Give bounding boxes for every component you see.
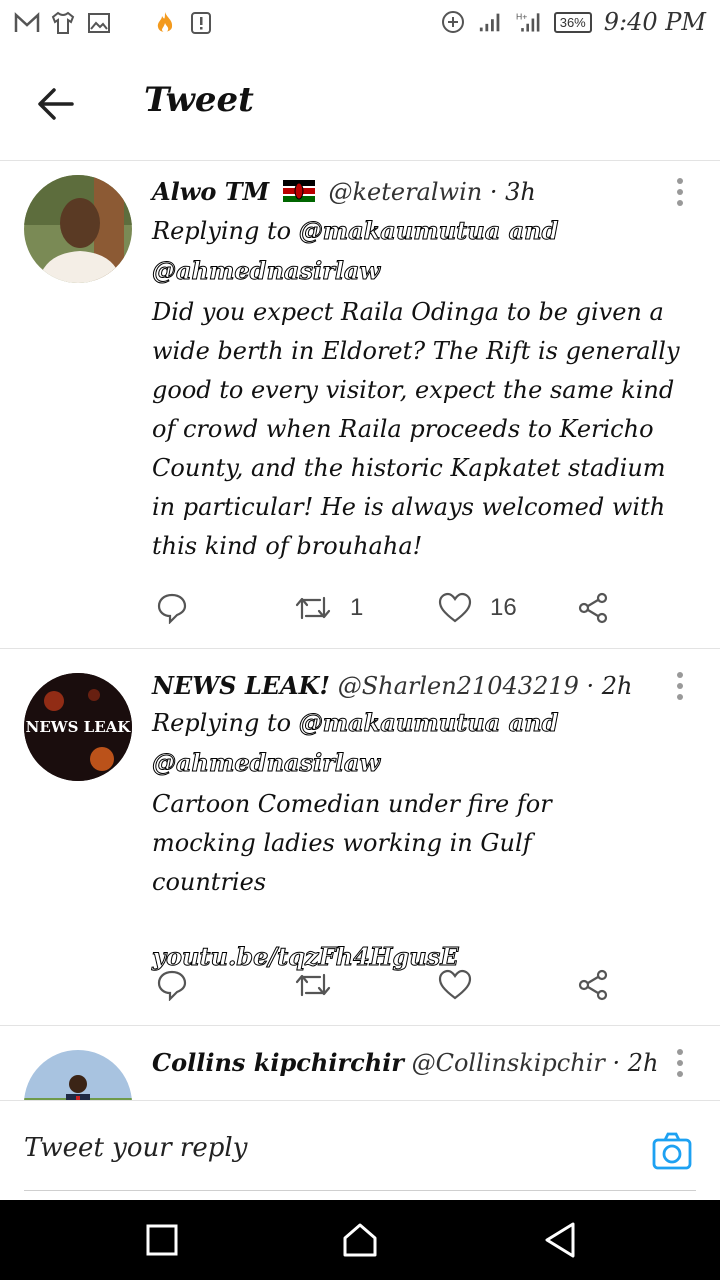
share-icon[interactable] bbox=[578, 965, 610, 1005]
signal-icon bbox=[478, 9, 504, 35]
tweet-time: · 3h bbox=[489, 178, 536, 206]
tweet-body: Cartoon Comedian under fire for mocking … bbox=[152, 790, 552, 896]
author-name[interactable]: NEWS LEAK! bbox=[152, 671, 330, 700]
reply-input[interactable]: Tweet your reply bbox=[24, 1133, 247, 1163]
home-button-icon[interactable] bbox=[340, 1220, 380, 1260]
tweet[interactable]: Collins kipchirchir @Collinskipchir · 2h bbox=[0, 1026, 720, 1100]
back-arrow-icon[interactable] bbox=[36, 84, 76, 124]
mention-link[interactable]: @makaumutua and bbox=[298, 708, 559, 738]
avatar-text: NEWS LEAK bbox=[26, 718, 132, 736]
avatar[interactable]: NEWS LEAK bbox=[24, 673, 132, 781]
reply-icon[interactable] bbox=[156, 965, 188, 1005]
replying-to: Replying to @makaumutua and @ahmednasirl… bbox=[151, 703, 692, 783]
heart-icon[interactable] bbox=[438, 965, 472, 1005]
author-name[interactable]: Collins kipchirchir bbox=[152, 1048, 404, 1077]
more-options-icon[interactable] bbox=[676, 1048, 684, 1078]
image-icon bbox=[86, 10, 112, 36]
retweet-button[interactable]: 1 bbox=[294, 588, 363, 628]
author-handle[interactable]: @keteralwin bbox=[328, 178, 482, 206]
share-icon[interactable] bbox=[578, 588, 610, 628]
like-count: 16 bbox=[490, 594, 517, 621]
avatar[interactable] bbox=[24, 175, 132, 283]
recents-button-icon[interactable] bbox=[142, 1220, 182, 1260]
back-button-icon[interactable] bbox=[540, 1220, 580, 1260]
replying-label: Replying to bbox=[152, 216, 292, 245]
fire-icon bbox=[152, 10, 178, 36]
tweet-time: · 2h bbox=[612, 1049, 659, 1077]
tweet[interactable]: NEWS LEAK NEWS LEAK! @Sharlen21043219 · … bbox=[0, 649, 720, 1026]
page-title: Tweet bbox=[144, 80, 254, 120]
status-bar: H+ 36% 9:40 PM bbox=[0, 0, 720, 50]
tweet-actions: 1 16 bbox=[152, 588, 632, 628]
mail-icon bbox=[14, 10, 40, 36]
alert-icon bbox=[188, 10, 214, 36]
tweet-header: Alwo TM @keteralwin · 3h bbox=[152, 175, 692, 211]
reply-composer[interactable]: Tweet your reply bbox=[0, 1100, 720, 1201]
mention-link[interactable]: @ahmednasirlaw bbox=[151, 748, 380, 778]
mention-link[interactable]: @makaumutua and bbox=[298, 215, 559, 245]
more-options-icon[interactable] bbox=[676, 671, 684, 701]
author-handle[interactable]: @Collinskipchir bbox=[412, 1049, 605, 1077]
tweet-time: · 2h bbox=[586, 672, 633, 700]
status-time: 9:40 PM bbox=[603, 8, 706, 36]
replying-label: Replying to bbox=[152, 709, 292, 737]
author-name[interactable]: Alwo TM bbox=[152, 177, 269, 206]
divider bbox=[24, 1190, 696, 1191]
reply-icon[interactable] bbox=[156, 588, 188, 628]
like-button[interactable]: 16 bbox=[438, 588, 517, 628]
tweet-actions bbox=[152, 965, 632, 1005]
camera-icon[interactable] bbox=[652, 1131, 692, 1171]
retweet-icon bbox=[295, 596, 331, 620]
svg-text:H+: H+ bbox=[516, 11, 527, 21]
more-options-icon[interactable] bbox=[676, 177, 684, 207]
kenya-flag-icon bbox=[282, 177, 315, 211]
signal-h-icon: H+ bbox=[516, 9, 542, 35]
system-nav-bar bbox=[0, 1200, 720, 1280]
retweet-count: 1 bbox=[350, 594, 364, 621]
tweet-header: NEWS LEAK! @Sharlen21043219 · 2h bbox=[152, 669, 692, 703]
tweet-body: Did you expect Raila Odinga to be given … bbox=[152, 297, 680, 560]
tweet[interactable]: Alwo TM @keteralwin · 3h Replying to @ma… bbox=[0, 161, 720, 649]
app-bar: Tweet bbox=[0, 50, 720, 161]
battery-icon: 36% bbox=[553, 11, 592, 33]
avatar[interactable] bbox=[24, 1050, 132, 1100]
tweet-header: Collins kipchirchir @Collinskipchir · 2h bbox=[152, 1046, 692, 1080]
retweet-icon[interactable] bbox=[294, 965, 332, 1005]
author-handle[interactable]: @Sharlen21043219 bbox=[338, 672, 579, 700]
mention-link[interactable]: @ahmednasirlaw bbox=[151, 255, 380, 285]
replying-to: Replying to @makaumutua and @ahmednasirl… bbox=[151, 211, 692, 291]
shirt-icon bbox=[50, 10, 76, 36]
data-saver-icon bbox=[440, 9, 466, 35]
heart-icon bbox=[438, 592, 472, 623]
